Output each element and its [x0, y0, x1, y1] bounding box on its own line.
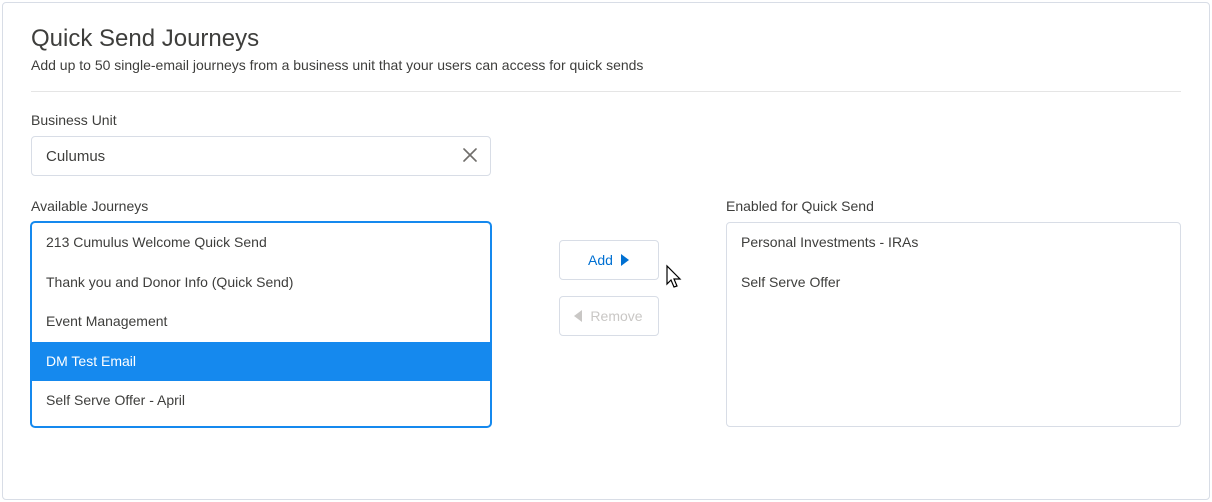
business-unit-label: Business Unit [31, 112, 1181, 128]
dual-listbox: Available Journeys 213 Cumulus Welcome Q… [31, 198, 1181, 427]
list-item[interactable]: Event Management [32, 302, 490, 342]
page-title: Quick Send Journeys [31, 25, 1181, 53]
available-journeys-listbox[interactable]: 213 Cumulus Welcome Quick SendThank you … [31, 222, 491, 427]
enabled-quick-send-listbox[interactable]: Personal Investments - IRAsSelf Serve Of… [726, 222, 1181, 427]
available-journeys-label: Available Journeys [31, 198, 491, 214]
page-subtitle: Add up to 50 single-email journeys from … [31, 57, 1181, 73]
cursor-icon [659, 264, 685, 292]
clear-business-unit-button[interactable] [459, 143, 481, 169]
remove-button[interactable]: Remove [559, 296, 659, 336]
add-button-label: Add [588, 252, 613, 268]
enabled-quick-send-label: Enabled for Quick Send [726, 198, 1181, 214]
add-button[interactable]: Add [559, 240, 659, 280]
chevron-right-icon [621, 254, 629, 266]
list-item[interactable]: DM Test Email [32, 342, 490, 382]
remove-button-label: Remove [590, 308, 642, 324]
list-item[interactable]: Personal Investments - IRAs [727, 223, 1180, 263]
business-unit-field-wrap [31, 136, 491, 176]
list-item[interactable]: Self Serve Offer [727, 263, 1180, 303]
list-item[interactable]: Thank you and Donor Info (Quick Send) [32, 263, 490, 303]
chevron-left-icon [574, 310, 582, 322]
list-item[interactable]: 213 Cumulus Welcome Quick Send [32, 223, 490, 263]
enabled-column: Enabled for Quick Send Personal Investme… [726, 198, 1181, 427]
business-unit-input[interactable] [31, 136, 491, 176]
quick-send-panel: Quick Send Journeys Add up to 50 single-… [2, 2, 1210, 500]
available-column: Available Journeys 213 Cumulus Welcome Q… [31, 198, 491, 427]
divider [31, 91, 1181, 92]
transfer-buttons-column: Add Remove [491, 198, 726, 336]
list-item[interactable]: Self Serve Offer - April [32, 381, 490, 421]
close-icon [463, 146, 477, 166]
